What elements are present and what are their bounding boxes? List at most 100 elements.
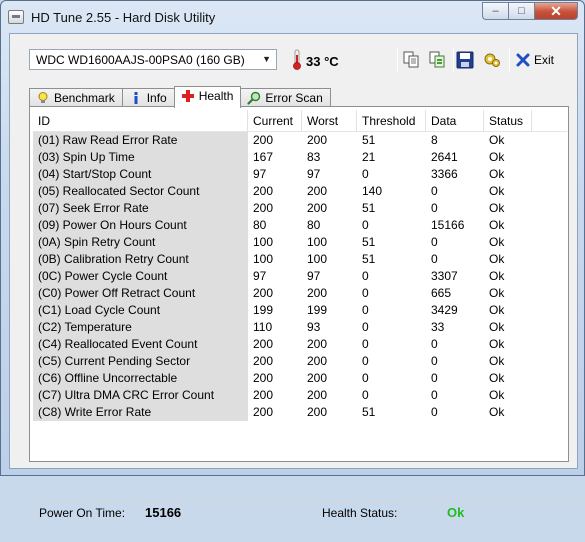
table-row[interactable]: (03) Spin Up Time 167 83 21 2641 Ok bbox=[33, 149, 567, 166]
tab-label: Benchmark bbox=[54, 91, 115, 105]
toolbar-separator bbox=[509, 47, 510, 73]
close-button[interactable]: ✕ bbox=[534, 2, 578, 20]
title-bar[interactable]: HD Tune 2.55 - Hard Disk Utility – □ ✕ bbox=[1, 1, 584, 33]
tab-label: Error Scan bbox=[265, 91, 323, 105]
table-row[interactable]: (09) Power On Hours Count 80 80 0 15166 Ok bbox=[33, 217, 567, 234]
tab-info[interactable]: Info bbox=[121, 88, 175, 108]
cell-status: Ok bbox=[489, 303, 505, 317]
table-row[interactable]: (0A) Spin Retry Count 100 100 51 0 Ok bbox=[33, 234, 567, 251]
cell-current: 97 bbox=[253, 167, 267, 181]
health-status-label: Health Status: bbox=[322, 506, 398, 520]
cell-worst: 93 bbox=[307, 320, 321, 334]
table-row[interactable]: (C5) Current Pending Sector 200 200 0 0 Ok bbox=[33, 353, 567, 370]
cell-status: Ok bbox=[489, 201, 505, 215]
cell-worst: 200 bbox=[307, 286, 328, 300]
table-row[interactable]: (07) Seek Error Rate 200 200 51 0 Ok bbox=[33, 200, 567, 217]
cell-current: 97 bbox=[253, 269, 267, 283]
cell-worst: 80 bbox=[307, 218, 321, 232]
cell-data: 0 bbox=[431, 184, 438, 198]
table-row[interactable]: (C8) Write Error Rate 200 200 51 0 Ok bbox=[33, 404, 567, 421]
copy-icon[interactable] bbox=[402, 51, 420, 69]
exit-button[interactable]: Exit bbox=[516, 53, 554, 67]
cell-current: 100 bbox=[253, 252, 274, 266]
table-row[interactable]: (01) Raw Read Error Rate 200 200 51 8 Ok bbox=[33, 132, 567, 149]
cell-threshold: 51 bbox=[362, 235, 376, 249]
drive-select[interactable]: WDC WD1600AAJS-00PSA0 (160 GB) ▼ bbox=[29, 49, 277, 70]
tab-error-scan[interactable]: Error Scan bbox=[240, 88, 331, 108]
table-row[interactable]: (C6) Offline Uncorrectable 200 200 0 0 Ok bbox=[33, 370, 567, 387]
cell-threshold: 51 bbox=[362, 201, 376, 215]
cell-worst: 200 bbox=[307, 201, 328, 215]
tab-health[interactable]: Health bbox=[173, 86, 242, 108]
cell-id: (05) Reallocated Sector Count bbox=[33, 183, 248, 200]
exit-icon bbox=[516, 53, 530, 67]
cell-data: 0 bbox=[431, 201, 438, 215]
cell-data: 0 bbox=[431, 405, 438, 419]
cell-id: (C4) Reallocated Event Count bbox=[33, 336, 248, 353]
minimize-button[interactable]: – bbox=[482, 2, 508, 20]
tab-bar: Benchmark Info Health Error Scan bbox=[29, 86, 331, 108]
cell-threshold: 21 bbox=[362, 150, 376, 164]
tab-benchmark[interactable]: Benchmark bbox=[29, 88, 123, 108]
table-row[interactable]: (0B) Calibration Retry Count 100 100 51 0 Ok bbox=[33, 251, 567, 268]
lightbulb-icon bbox=[38, 92, 48, 103]
table-row[interactable]: (C7) Ultra DMA CRC Error Count 200 200 0 0 Ok bbox=[33, 387, 567, 404]
table-row[interactable]: (C4) Reallocated Event Count 200 200 0 0 Ok bbox=[33, 336, 567, 353]
cell-worst: 200 bbox=[307, 133, 328, 147]
cell-data: 2641 bbox=[431, 150, 458, 164]
cell-threshold: 51 bbox=[362, 405, 376, 419]
thermometer-icon bbox=[293, 49, 301, 70]
table-row[interactable]: (C1) Load Cycle Count 199 199 0 3429 Ok bbox=[33, 302, 567, 319]
cell-worst: 100 bbox=[307, 252, 328, 266]
cell-data: 8 bbox=[431, 133, 438, 147]
column-header-threshold[interactable]: Threshold bbox=[357, 110, 426, 132]
cell-status: Ok bbox=[489, 252, 505, 266]
cell-id: (C2) Temperature bbox=[33, 319, 248, 336]
cell-threshold: 0 bbox=[362, 354, 369, 368]
column-header-current[interactable]: Current bbox=[248, 110, 302, 132]
column-header-worst[interactable]: Worst bbox=[302, 110, 357, 132]
cell-current: 200 bbox=[253, 388, 274, 402]
table-row[interactable]: (C2) Temperature 110 93 0 33 Ok bbox=[33, 319, 567, 336]
cell-id: (C7) Ultra DMA CRC Error Count bbox=[33, 387, 248, 404]
cell-worst: 199 bbox=[307, 303, 328, 317]
cell-id: (0C) Power Cycle Count bbox=[33, 268, 248, 285]
table-row[interactable]: (05) Reallocated Sector Count 200 200 140 0 O… bbox=[33, 183, 567, 200]
cell-data: 0 bbox=[431, 354, 438, 368]
cell-worst: 200 bbox=[307, 371, 328, 385]
cell-id: (C1) Load Cycle Count bbox=[33, 302, 248, 319]
health-cross-icon bbox=[181, 90, 194, 102]
tab-label: Info bbox=[146, 91, 167, 105]
cell-status: Ok bbox=[489, 320, 505, 334]
cell-worst: 200 bbox=[307, 184, 328, 198]
table-row[interactable]: (04) Start/Stop Count 97 97 0 3366 Ok bbox=[33, 166, 567, 183]
cell-id: (03) Spin Up Time bbox=[33, 149, 248, 166]
cell-status: Ok bbox=[489, 388, 505, 402]
cell-threshold: 0 bbox=[362, 320, 369, 334]
save-icon[interactable] bbox=[456, 51, 474, 69]
cell-id: (04) Start/Stop Count bbox=[33, 166, 248, 183]
cell-data: 3366 bbox=[431, 167, 458, 181]
copy-all-icon[interactable] bbox=[428, 51, 446, 69]
cell-current: 80 bbox=[253, 218, 267, 232]
cell-id: (C0) Power Off Retract Count bbox=[33, 285, 248, 302]
cell-id: (C6) Offline Uncorrectable bbox=[33, 370, 248, 387]
cell-current: 200 bbox=[253, 337, 274, 351]
column-header-status[interactable]: Status bbox=[484, 110, 532, 132]
cell-status: Ok bbox=[489, 150, 505, 164]
column-header-id[interactable]: ID bbox=[33, 110, 248, 132]
cell-data: 0 bbox=[431, 371, 438, 385]
cell-data: 0 bbox=[431, 252, 438, 266]
table-row[interactable]: (0C) Power Cycle Count 97 97 0 3307 Ok bbox=[33, 268, 567, 285]
options-icon[interactable] bbox=[483, 51, 501, 69]
app-window: HD Tune 2.55 - Hard Disk Utility – □ ✕ W… bbox=[0, 0, 585, 520]
cell-status: Ok bbox=[489, 184, 505, 198]
cell-data: 0 bbox=[431, 337, 438, 351]
cell-worst: 200 bbox=[307, 354, 328, 368]
power-on-time-value: 15166 bbox=[145, 505, 182, 520]
column-header-data[interactable]: Data bbox=[426, 110, 484, 132]
table-row[interactable]: (C0) Power Off Retract Count 200 200 0 665 Ok bbox=[33, 285, 567, 302]
cell-worst: 100 bbox=[307, 235, 328, 249]
maximize-button[interactable]: □ bbox=[508, 2, 534, 20]
cell-id: (09) Power On Hours Count bbox=[33, 217, 248, 234]
